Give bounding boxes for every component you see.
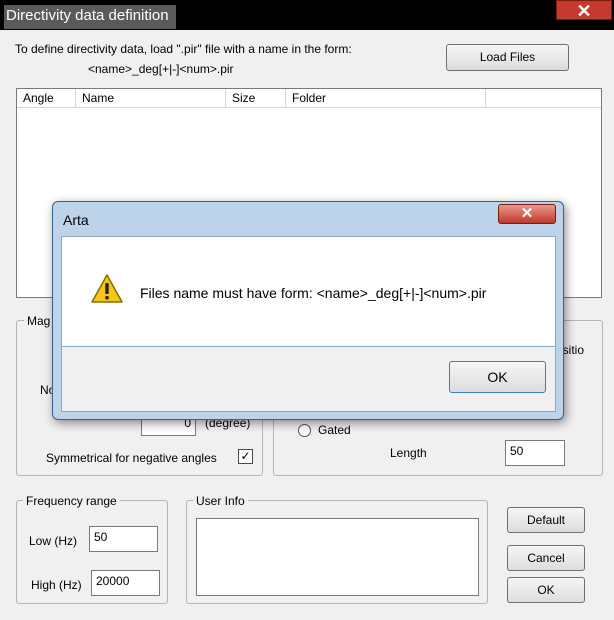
load-files-button[interactable]: Load Files xyxy=(446,44,569,71)
user-info-textarea[interactable] xyxy=(196,518,479,596)
file-list-header: Angle Name Size Folder xyxy=(17,89,601,108)
frequency-range-label: Frequency range xyxy=(23,494,120,508)
dialog-close-button[interactable]: ✕ xyxy=(498,204,556,224)
instruction-line-1: To define directivity data, load ".pir" … xyxy=(15,42,352,56)
ok-button[interactable]: OK xyxy=(507,577,585,603)
symmetrical-label: Symmetrical for negative angles xyxy=(46,451,217,465)
column-header-folder[interactable]: Folder xyxy=(286,89,486,107)
dialog-body: Files name must have form: <name>_deg[+|… xyxy=(61,236,556,347)
symmetrical-checkbox[interactable]: ✓ xyxy=(238,449,253,464)
low-hz-field[interactable]: 50 xyxy=(89,526,158,552)
column-header-angle[interactable]: Angle xyxy=(17,89,76,107)
dialog-ok-button[interactable]: OK xyxy=(449,361,546,393)
warning-icon xyxy=(91,274,123,303)
close-icon: ✕ xyxy=(520,205,534,222)
cancel-button[interactable]: Cancel xyxy=(507,545,585,571)
default-button[interactable]: Default xyxy=(507,507,585,533)
dialog-message: Files name must have form: <name>_deg[+|… xyxy=(140,285,487,301)
instruction-line-2: <name>_deg[+|-]<num>.pir xyxy=(88,62,234,76)
arta-dialog: Arta ✕ Files name must have form: <name>… xyxy=(52,201,564,420)
close-icon: ✕ xyxy=(576,1,592,21)
length-field[interactable]: 50 xyxy=(505,440,565,466)
window-title: Directivity data definition xyxy=(4,5,176,29)
dialog-title: Arta xyxy=(63,212,89,228)
column-header-size[interactable]: Size xyxy=(226,89,286,107)
high-hz-field[interactable]: 20000 xyxy=(91,570,160,596)
dialog-footer: OK xyxy=(61,347,556,412)
column-header-name[interactable]: Name xyxy=(76,89,226,107)
low-hz-label: Low (Hz) xyxy=(29,534,78,548)
gated-label: Gated xyxy=(318,423,351,437)
length-label: Length xyxy=(390,446,427,460)
magnitude-group-label: Mag xyxy=(24,314,54,328)
window-close-button[interactable]: ✕ xyxy=(556,0,612,21)
high-hz-label: High (Hz) xyxy=(31,578,82,592)
user-info-label: User Info xyxy=(193,494,248,508)
gated-radio[interactable] xyxy=(298,424,311,437)
